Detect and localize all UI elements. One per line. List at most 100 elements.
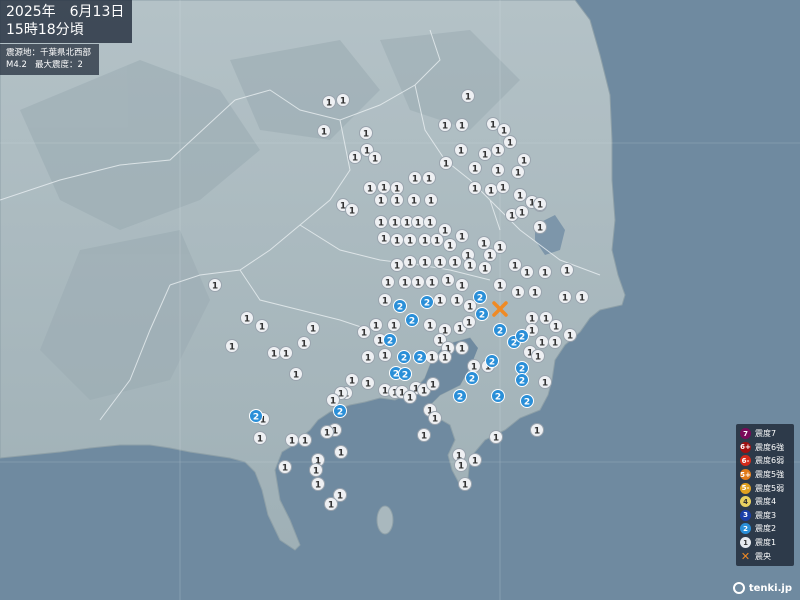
svg-text:1: 1 (519, 209, 525, 219)
intensity-1-marker: 1 (503, 135, 517, 149)
legend-swatch-1: 1 (740, 537, 751, 549)
svg-text:1: 1 (458, 147, 464, 157)
svg-text:1: 1 (459, 282, 465, 292)
svg-text:1: 1 (402, 279, 408, 289)
svg-text:2: 2 (495, 393, 501, 403)
svg-text:1: 1 (426, 175, 432, 185)
svg-text:1: 1 (497, 282, 503, 292)
svg-text:1: 1 (338, 449, 344, 459)
intensity-1-marker: 1 (336, 93, 350, 107)
intensity-1-marker: 1 (497, 123, 511, 137)
svg-text:2: 2 (409, 317, 415, 327)
svg-text:1: 1 (515, 169, 521, 179)
svg-text:1: 1 (490, 121, 496, 131)
svg-text:1: 1 (315, 481, 321, 491)
intensity-1-marker: 1 (468, 181, 482, 195)
intensity-1-marker: 1 (418, 233, 432, 247)
intensity-1-marker: 1 (528, 285, 542, 299)
intensity-1-marker: 1 (253, 431, 267, 445)
intensity-1-marker: 1 (448, 255, 462, 269)
intensity-1-marker: 1 (461, 89, 475, 103)
svg-text:1: 1 (407, 237, 413, 247)
intensity-1-marker: 1 (208, 278, 222, 292)
intensity-1-marker: 1 (378, 348, 392, 362)
intensity-1-marker: 1 (468, 161, 482, 175)
intensity-1-marker: 1 (279, 346, 293, 360)
svg-text:1: 1 (407, 259, 413, 269)
tenki-logo-icon (732, 582, 745, 594)
intensity-2-marker: 2 (453, 389, 467, 403)
intensity-1-marker: 1 (454, 458, 468, 472)
intensity-1-marker: 1 (563, 328, 577, 342)
intensity-1-marker: 1 (390, 233, 404, 247)
intensity-1-marker: 1 (425, 350, 439, 364)
svg-text:1: 1 (501, 127, 507, 137)
intensity-2-marker: 2 (420, 295, 434, 309)
svg-text:1: 1 (535, 353, 541, 363)
intensity-2-marker: 2 (491, 389, 505, 403)
svg-text:1: 1 (472, 457, 478, 467)
svg-text:1: 1 (467, 303, 473, 313)
svg-text:1: 1 (539, 339, 545, 349)
svg-text:1: 1 (394, 197, 400, 207)
svg-text:1: 1 (381, 235, 387, 245)
intensity-1-marker: 1 (493, 278, 507, 292)
svg-text:1: 1 (537, 224, 543, 234)
svg-text:1: 1 (427, 219, 433, 229)
intensity-1-marker: 1 (438, 350, 452, 364)
intensity-1-marker: 1 (538, 265, 552, 279)
svg-text:1: 1 (452, 259, 458, 269)
intensity-1-marker: 1 (322, 95, 336, 109)
svg-text:1: 1 (564, 267, 570, 277)
legend-row-6minus: 6- 震度6弱 (740, 454, 790, 468)
intensity-2-marker: 2 (473, 290, 487, 304)
brand-logo[interactable]: tenki.jp (732, 582, 792, 594)
intensity-1-marker: 1 (363, 181, 377, 195)
svg-text:1: 1 (466, 319, 472, 329)
svg-text:2: 2 (511, 339, 517, 349)
intensity-1-marker: 1 (411, 275, 425, 289)
intensity-1-marker: 1 (463, 299, 477, 313)
max-intensity-text: 最大震度：2 (34, 60, 83, 70)
svg-text:1: 1 (404, 219, 410, 229)
svg-text:1: 1 (349, 207, 355, 217)
intensity-1-marker: 1 (513, 188, 527, 202)
svg-text:1: 1 (481, 240, 487, 250)
intensity-2-marker: 2 (249, 409, 263, 423)
intensity-1-marker: 1 (345, 373, 359, 387)
intensity-1-marker: 1 (398, 275, 412, 289)
svg-text:1: 1 (442, 122, 448, 132)
intensity-1-marker: 1 (558, 290, 572, 304)
svg-text:1: 1 (482, 265, 488, 275)
intensity-1-marker: 1 (411, 215, 425, 229)
svg-text:2: 2 (489, 358, 495, 368)
intensity-1-marker: 1 (374, 215, 388, 229)
svg-text:1: 1 (282, 464, 288, 474)
intensity-1-marker: 1 (407, 193, 421, 207)
svg-text:1: 1 (429, 279, 435, 289)
epicenter-legend-icon: ✕ (740, 549, 751, 563)
svg-text:1: 1 (289, 437, 295, 447)
svg-text:1: 1 (482, 151, 488, 161)
svg-text:1: 1 (445, 277, 451, 287)
svg-text:1: 1 (352, 154, 358, 164)
date-panel: 2025年 6月13日 15時18分頃 (0, 0, 133, 43)
svg-text:1: 1 (495, 147, 501, 157)
intensity-1-marker: 1 (357, 325, 371, 339)
svg-text:1: 1 (382, 387, 388, 397)
svg-text:1: 1 (443, 160, 449, 170)
intensity-1-marker: 1 (324, 497, 338, 511)
legend-label-6plus: 震度6強 (755, 442, 785, 452)
intensity-1-marker: 1 (483, 248, 497, 262)
legend-swatch-6minus: 6- (740, 455, 751, 467)
intensity-1-marker: 1 (478, 261, 492, 275)
intensity-1-marker: 1 (455, 229, 469, 243)
magnitude-text: M4.2 (6, 60, 27, 70)
svg-text:1: 1 (411, 197, 417, 207)
intensity-1-marker: 1 (334, 445, 348, 459)
svg-text:1: 1 (382, 352, 388, 362)
intensity-1-marker: 1 (387, 318, 401, 332)
svg-text:2: 2 (253, 413, 259, 423)
intensity-1-marker: 1 (240, 311, 254, 325)
svg-text:1: 1 (437, 259, 443, 269)
